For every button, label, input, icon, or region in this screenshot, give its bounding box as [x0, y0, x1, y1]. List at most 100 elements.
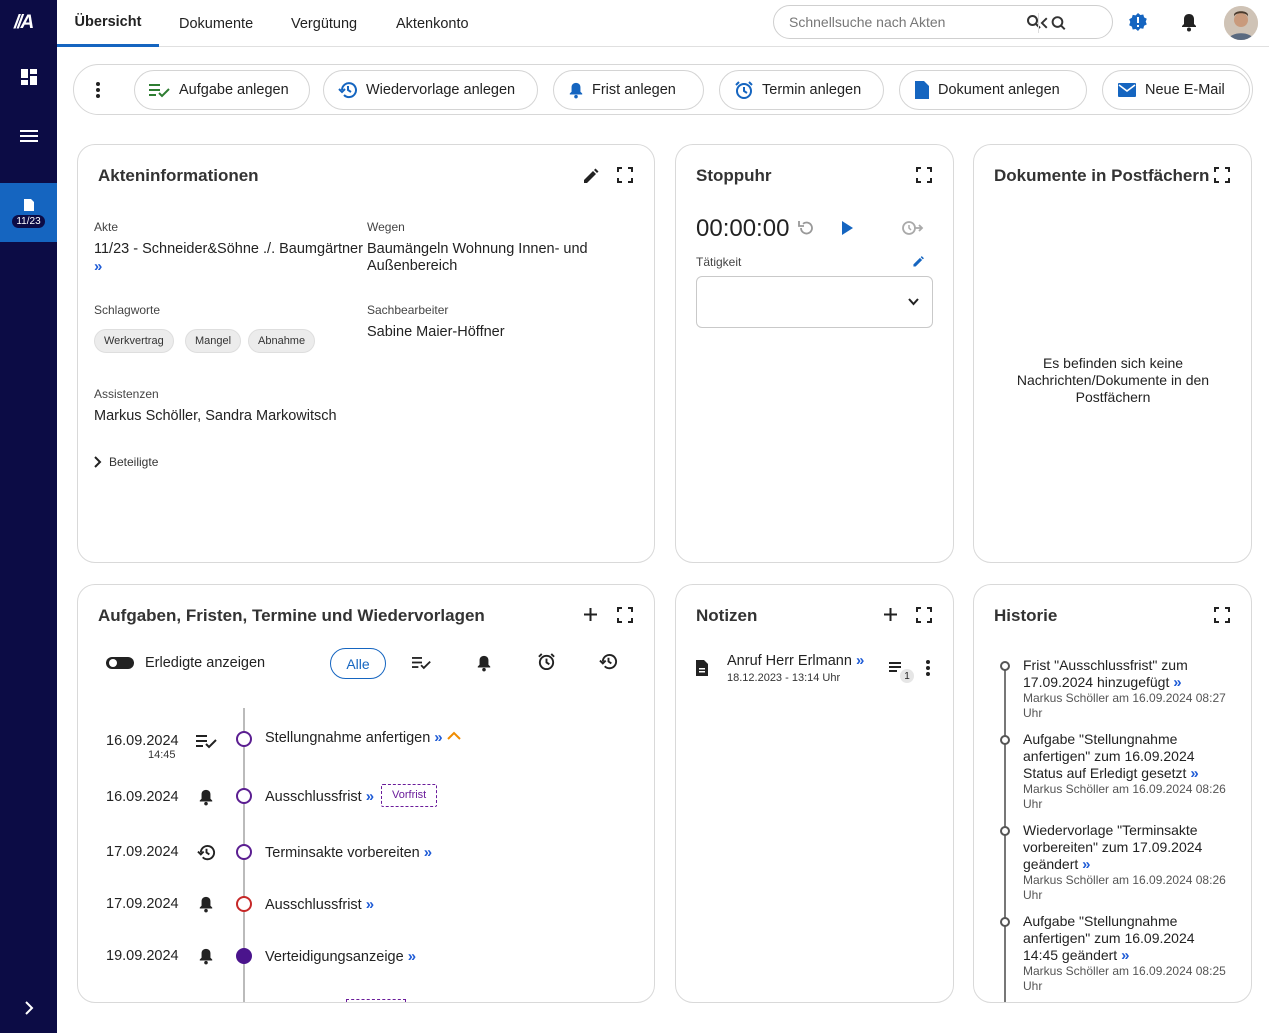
- add-icon[interactable]: [583, 607, 598, 622]
- file-number-badge: 11/23: [12, 214, 45, 228]
- history-entry-text: Aufgabe "Stellungnahme anfertigen" zum 1…: [1023, 731, 1199, 782]
- filter-followups-icon[interactable]: [599, 652, 618, 671]
- tag-chip: Werkvertrag: [94, 329, 174, 353]
- fullscreen-icon[interactable]: [617, 607, 633, 623]
- show-completed-toggle[interactable]: [106, 657, 134, 669]
- edit-icon[interactable]: [912, 255, 925, 268]
- tab-aktenkonto[interactable]: Aktenkonto: [396, 0, 469, 47]
- create-document-label: Dokument anlegen: [938, 82, 1060, 98]
- task-item[interactable]: Ausschlussfrist »: [265, 896, 374, 913]
- tab-uebersicht[interactable]: Übersicht: [57, 0, 159, 47]
- fullscreen-icon[interactable]: [1214, 607, 1230, 623]
- more-vertical-icon[interactable]: [920, 659, 936, 677]
- edit-icon[interactable]: [582, 167, 600, 185]
- fullscreen-icon[interactable]: [916, 607, 932, 623]
- new-email-button[interactable]: Neue E-Mail: [1102, 70, 1250, 110]
- transfer-time-icon[interactable]: [902, 220, 924, 236]
- chevron-double-right-icon[interactable]: »: [366, 896, 374, 913]
- create-followup-button[interactable]: Wiedervorlage anlegen: [323, 70, 538, 110]
- card-title: Aufgaben, Fristen, Termine und Wiedervor…: [98, 606, 485, 625]
- wegen-value: Baumängeln Wohnung Innen- und Außenberei…: [367, 241, 588, 274]
- beteiligte-expander[interactable]: Beteiligte: [94, 455, 158, 469]
- wegen-label: Wegen: [367, 220, 405, 234]
- create-appointment-button[interactable]: Termin anlegen: [719, 70, 884, 110]
- chevron-right-icon: [24, 1001, 33, 1015]
- assistenzen-value: Markus Schöller, Sandra Markowitsch: [94, 408, 337, 424]
- chevron-double-right-icon[interactable]: »: [1082, 856, 1090, 873]
- history-dot: [1000, 735, 1010, 745]
- task-item[interactable]: Terminsakte vorbereiten »: [265, 844, 432, 861]
- play-icon[interactable]: [840, 220, 854, 236]
- history-card: Historie Frist "Ausschlussfrist" zum 17.…: [973, 584, 1252, 1003]
- notification-badge-icon[interactable]: [1128, 12, 1148, 32]
- chevron-double-right-icon[interactable]: »: [1190, 765, 1198, 782]
- timeline-marker: [236, 844, 252, 860]
- create-document-button[interactable]: Dokument anlegen: [899, 70, 1087, 110]
- quick-search[interactable]: Schnellsuche nach Akten: [773, 5, 1113, 39]
- create-task-button[interactable]: Aufgabe anlegen: [134, 70, 310, 110]
- akte-label: Akte: [94, 220, 119, 234]
- app-logo[interactable]: //A: [14, 12, 34, 34]
- timeline-marker: [236, 948, 252, 964]
- chevron-double-right-icon[interactable]: »: [94, 258, 102, 275]
- chevron-double-right-icon[interactable]: »: [434, 729, 442, 746]
- tag-chip: Mangel: [185, 329, 242, 353]
- history-dot: [1000, 917, 1010, 927]
- timeline-marker: [236, 896, 252, 912]
- chevron-double-right-icon[interactable]: »: [1121, 947, 1129, 964]
- taetigkeit-label: Tätigkeit: [696, 255, 742, 269]
- activity-select[interactable]: [696, 276, 933, 328]
- task-item[interactable]: Ausschlussfrist »: [265, 788, 374, 805]
- beteiligte-label: Beteiligte: [109, 455, 159, 469]
- reset-icon[interactable]: [797, 219, 815, 237]
- note-lines-icon: [889, 662, 901, 672]
- chevron-double-right-icon[interactable]: »: [1173, 674, 1181, 691]
- bell-icon[interactable]: [1180, 12, 1198, 32]
- create-deadline-label: Frist anlegen: [592, 82, 676, 98]
- history-dot: [1000, 826, 1010, 836]
- filter-tasks-icon[interactable]: [412, 655, 432, 670]
- task-item[interactable]: Verteidigungsanzeige »: [265, 948, 416, 965]
- chevron-up-icon[interactable]: [447, 731, 461, 740]
- dashboard-button[interactable]: [0, 59, 57, 95]
- stopwatch-card: Stoppuhr 00:00:00 Tätigkeit: [675, 144, 954, 563]
- create-deadline-button[interactable]: Frist anlegen: [553, 70, 704, 110]
- history-entry-text: Aufgabe "Stellungnahme anfertigen" zum 1…: [1023, 913, 1195, 964]
- history-entry-meta: Markus Schöller am 16.09.2024 08:26 Uhr: [1023, 782, 1226, 811]
- dashboard-icon: [20, 69, 37, 85]
- fullscreen-icon[interactable]: [916, 167, 932, 183]
- file-icon: [23, 198, 34, 211]
- tab-dokumente[interactable]: Dokumente: [179, 0, 253, 47]
- create-followup-label: Wiedervorlage anlegen: [366, 82, 516, 98]
- vorfrist-badge: Vorfrist: [381, 784, 438, 807]
- create-appointment-label: Termin anlegen: [762, 82, 862, 98]
- filter-deadlines-icon[interactable]: [476, 654, 492, 672]
- chevron-double-right-icon[interactable]: »: [408, 948, 416, 965]
- more-vertical-icon[interactable]: [88, 80, 108, 100]
- note-count-badge: 1: [900, 669, 914, 683]
- history-icon: [338, 82, 357, 99]
- menu-button[interactable]: [0, 118, 57, 154]
- search-input[interactable]: Schnellsuche nach Akten: [789, 14, 945, 30]
- fullscreen-icon[interactable]: [1214, 167, 1230, 183]
- task-check-icon: [149, 84, 170, 98]
- note-date: 18.12.2023 - 13:14 Uhr: [727, 672, 841, 684]
- filter-all-button[interactable]: Alle: [330, 648, 386, 679]
- chevron-double-right-icon[interactable]: »: [424, 844, 432, 861]
- fullscreen-icon[interactable]: [617, 167, 633, 183]
- add-icon[interactable]: [883, 607, 898, 622]
- tab-verguetung[interactable]: Vergütung: [291, 0, 357, 47]
- current-file-button[interactable]: 11/23: [0, 183, 57, 242]
- user-avatar[interactable]: [1224, 6, 1258, 40]
- filter-appointments-icon[interactable]: [537, 652, 556, 671]
- expand-sidebar-button[interactable]: [0, 1001, 57, 1015]
- task-date: 19.09.2024: [106, 948, 179, 964]
- task-time: 14:45: [148, 749, 176, 761]
- vorfrist-badge-partial: [346, 999, 406, 1002]
- advanced-search-icon[interactable]: [1038, 13, 1074, 33]
- chevron-double-right-icon[interactable]: »: [366, 788, 374, 805]
- history-entry-meta: Markus Schöller am 16.09.2024 08:27 Uhr: [1023, 691, 1226, 720]
- chevron-double-right-icon[interactable]: »: [856, 652, 864, 669]
- task-item[interactable]: Stellungnahme anfertigen »: [265, 729, 443, 746]
- history-entry-meta: Markus Schöller am 16.09.2024 08:25 Uhr: [1023, 964, 1226, 993]
